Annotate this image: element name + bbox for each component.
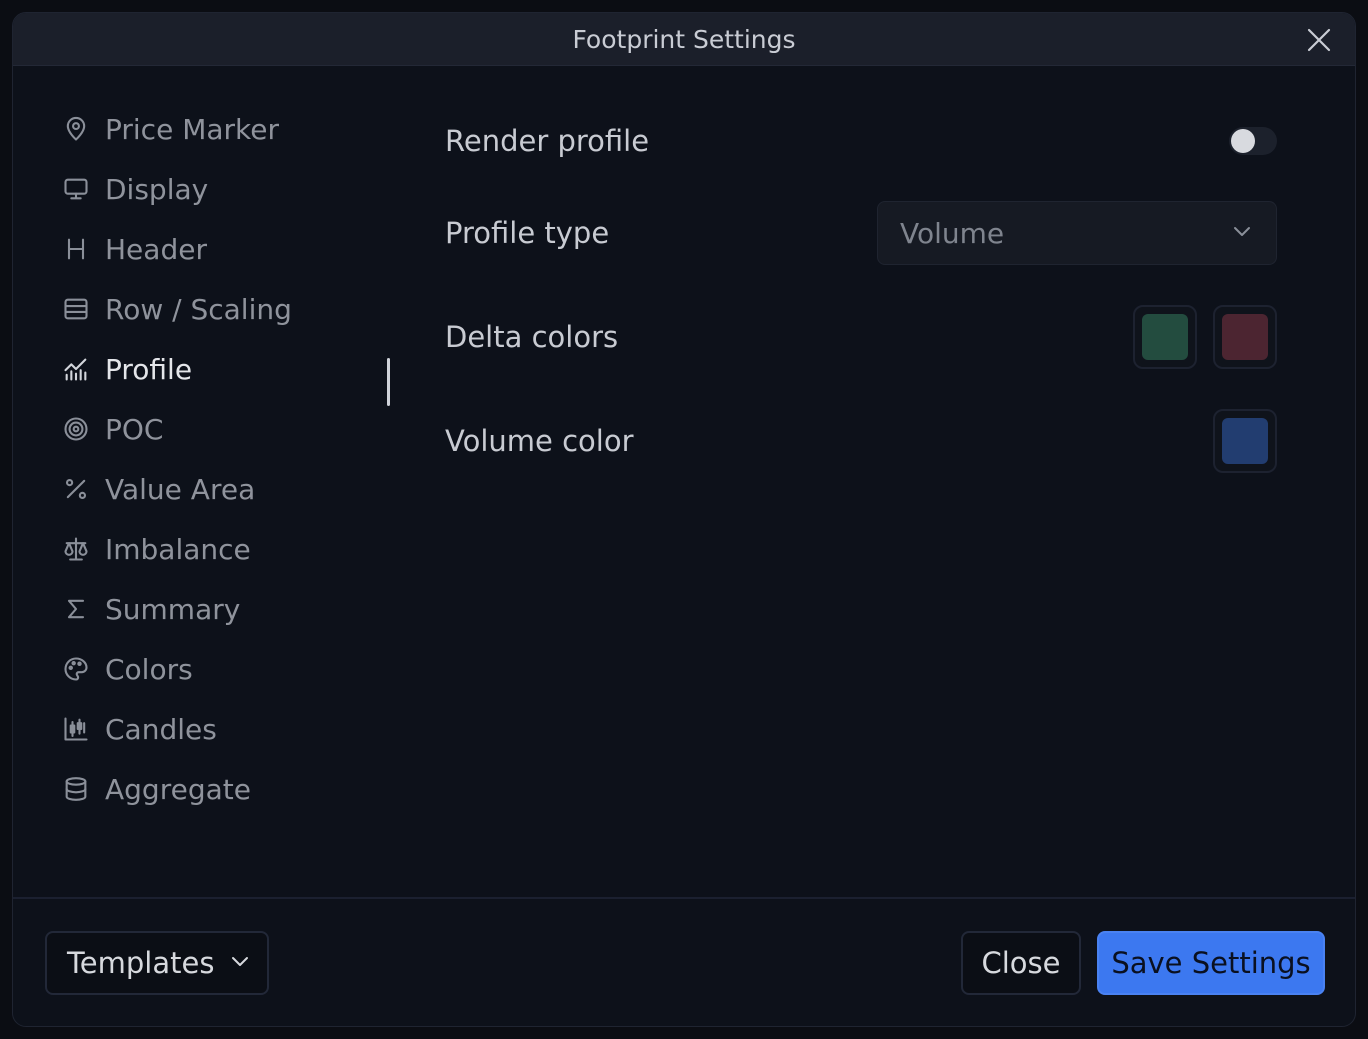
sidebar-item-header[interactable]: Header	[61, 219, 401, 279]
sidebar-item-label: Display	[105, 172, 209, 206]
heading-icon	[61, 234, 91, 264]
delta-color-swatches	[1133, 305, 1277, 369]
sidebar-item-summary[interactable]: Summary	[61, 579, 401, 639]
active-tab-indicator	[387, 358, 390, 406]
percent-icon	[61, 474, 91, 504]
profile-type-select[interactable]: Volume	[877, 201, 1277, 265]
render-profile-label: Render profile	[445, 124, 650, 158]
profile-type-row: Profile type Volume	[445, 201, 1277, 265]
profile-type-label: Profile type	[445, 216, 610, 250]
sidebar-item-value-area[interactable]: Value Area	[61, 459, 401, 519]
sidebar-item-price-marker[interactable]: Price Marker	[61, 99, 401, 159]
close-button[interactable]: Close	[961, 931, 1081, 995]
delta-colors-row: Delta colors	[445, 305, 1277, 369]
sidebar-item-display[interactable]: Display	[61, 159, 401, 219]
chevron-down-icon	[228, 946, 252, 980]
settings-sidebar: Price Marker Display Header Row / Scalin…	[61, 99, 401, 819]
dialog-titlebar: Footprint Settings	[13, 13, 1355, 66]
delta-negative-color-fill	[1222, 314, 1268, 360]
footer-divider	[13, 897, 1355, 899]
sidebar-item-label: Colors	[105, 652, 193, 686]
close-icon[interactable]	[1305, 26, 1333, 54]
target-icon	[61, 414, 91, 444]
profile-type-value: Volume	[900, 216, 1005, 250]
delta-colors-label: Delta colors	[445, 320, 619, 354]
templates-dropdown-button[interactable]: Templates	[45, 931, 269, 995]
sidebar-item-candles[interactable]: Candles	[61, 699, 401, 759]
candlestick-icon	[61, 714, 91, 744]
map-pin-icon	[61, 114, 91, 144]
render-profile-toggle[interactable]	[1229, 127, 1277, 155]
sidebar-item-label: Header	[105, 232, 207, 266]
delta-positive-color-swatch[interactable]	[1133, 305, 1197, 369]
sidebar-item-imbalance[interactable]: Imbalance	[61, 519, 401, 579]
database-icon	[61, 774, 91, 804]
sidebar-item-label: POC	[105, 412, 164, 446]
sidebar-item-row-scaling[interactable]: Row / Scaling	[61, 279, 401, 339]
volume-color-row: Volume color	[445, 409, 1277, 473]
rows-icon	[61, 294, 91, 324]
scale-icon	[61, 534, 91, 564]
sidebar-item-label: Imbalance	[105, 532, 251, 566]
chart-profile-icon	[61, 354, 91, 384]
dialog-title: Footprint Settings	[572, 25, 796, 54]
volume-color-fill	[1222, 418, 1268, 464]
volume-color-swatch[interactable]	[1213, 409, 1277, 473]
monitor-icon	[61, 174, 91, 204]
sidebar-item-label: Summary	[105, 592, 241, 626]
sidebar-item-aggregate[interactable]: Aggregate	[61, 759, 401, 819]
save-settings-button[interactable]: Save Settings	[1097, 931, 1325, 995]
sidebar-item-label: Candles	[105, 712, 217, 746]
delta-positive-color-fill	[1142, 314, 1188, 360]
toggle-knob	[1231, 129, 1255, 153]
render-profile-row: Render profile	[445, 109, 1277, 173]
volume-color-label: Volume color	[445, 424, 634, 458]
delta-negative-color-swatch[interactable]	[1213, 305, 1277, 369]
sigma-icon	[61, 594, 91, 624]
sidebar-item-label: Profile	[105, 352, 193, 386]
sidebar-item-label: Aggregate	[105, 772, 251, 806]
sidebar-item-label: Price Marker	[105, 112, 279, 146]
settings-dialog: Footprint Settings Price Marker Display …	[12, 12, 1356, 1027]
sidebar-item-label: Value Area	[105, 472, 256, 506]
palette-icon	[61, 654, 91, 684]
sidebar-item-colors[interactable]: Colors	[61, 639, 401, 699]
profile-settings-panel: Render profile Profile type Volume Delta…	[445, 109, 1277, 473]
chevron-down-icon	[1230, 219, 1254, 247]
sidebar-item-profile[interactable]: Profile	[61, 339, 401, 399]
templates-label: Templates	[67, 946, 215, 980]
sidebar-item-label: Row / Scaling	[105, 292, 292, 326]
sidebar-item-poc[interactable]: POC	[61, 399, 401, 459]
